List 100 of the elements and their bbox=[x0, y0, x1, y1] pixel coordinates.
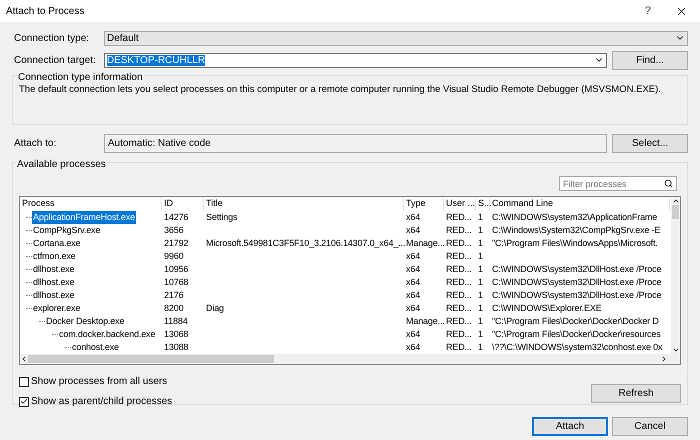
table-cell: x64 bbox=[406, 290, 420, 300]
group-title: Available processes bbox=[16, 157, 107, 172]
checkbox-label: Show as parent/child processes bbox=[31, 395, 172, 409]
attach-to-field[interactable]: Automatic: Native code bbox=[104, 134, 608, 153]
dialog-button[interactable]: Attach bbox=[532, 417, 608, 436]
vertical-scrollbar[interactable] bbox=[671, 197, 680, 354]
table-cell: RED... bbox=[446, 224, 472, 235]
process-name[interactable]: CompPkgSrv.exe bbox=[32, 224, 102, 238]
table-cell: "C:\Program Files\WindowsApps\Microsoft. bbox=[492, 238, 658, 248]
table-cell: 1 bbox=[478, 264, 483, 274]
table-cell: Diag bbox=[206, 302, 224, 313]
table-cell: 1 bbox=[478, 316, 483, 326]
dialog-button[interactable]: Cancel bbox=[612, 417, 688, 436]
process-name[interactable]: ApplicationFrameHost.exe bbox=[32, 210, 136, 224]
table-cell: x64 bbox=[406, 212, 420, 222]
table-cell: 14276 bbox=[164, 212, 188, 222]
table-cell: RED... bbox=[446, 264, 472, 274]
process-name[interactable]: Docker Desktop.exe bbox=[45, 314, 126, 328]
search-icon[interactable] bbox=[664, 179, 673, 188]
table-cell: C:\WINDOWS\system32\DllHost.exe /Proce bbox=[492, 290, 662, 300]
table-cell: "C:\Program Files\Docker\Docker\Docker D bbox=[492, 316, 659, 326]
table-cell: 3656 bbox=[164, 224, 184, 235]
table-cell: Settings bbox=[206, 212, 238, 222]
select-button[interactable]: Select... bbox=[612, 134, 688, 153]
process-name[interactable]: dllhost.exe bbox=[32, 262, 76, 276]
scroll-left-icon[interactable] bbox=[20, 355, 28, 363]
table-cell: 1 bbox=[478, 224, 483, 235]
table-cell: x64 bbox=[406, 264, 420, 274]
process-name[interactable]: dllhost.exe bbox=[32, 288, 76, 302]
filter-field[interactable]: Filter processes bbox=[559, 176, 677, 191]
scrollbar-thumb[interactable] bbox=[28, 355, 274, 363]
table-cell: 9960 bbox=[164, 250, 184, 261]
table-cell: 1 bbox=[478, 290, 483, 300]
table-cell: x64 bbox=[406, 276, 420, 287]
table-cell: x64 bbox=[406, 328, 420, 339]
checkbox-label: Show processes from all users bbox=[31, 375, 168, 389]
field-label: Connection type: bbox=[13, 32, 90, 46]
process-name[interactable]: com.docker.backend.exe bbox=[58, 328, 156, 342]
process-name[interactable]: Cortana.exe bbox=[32, 236, 82, 250]
table-cell: 1 bbox=[478, 250, 483, 261]
column-header[interactable]: Command Line bbox=[490, 197, 670, 211]
table-cell: RED... bbox=[446, 250, 472, 261]
info-text: The default connection lets you select processes on this computer or a remote computer running the Visual Studio Remote Debugger (MSVSMON.EXE). bbox=[19, 84, 662, 96]
help-button[interactable]: ? bbox=[644, 2, 651, 20]
table-cell: Manage... bbox=[406, 316, 445, 326]
table-cell: RED... bbox=[446, 342, 472, 352]
table-cell: C:\Windows\System32\CompPkgSrv.exe -E bbox=[492, 224, 660, 235]
column-header[interactable]: S... bbox=[476, 197, 490, 211]
column-header[interactable]: Title bbox=[204, 197, 404, 211]
table-cell: 10956 bbox=[164, 264, 188, 274]
table-cell: C:\WINDOWS\system32\DllHost.exe /Proce bbox=[492, 276, 662, 287]
table-cell: RED... bbox=[446, 238, 472, 248]
process-name[interactable]: ctfmon.exe bbox=[32, 250, 77, 264]
scroll-up-icon[interactable] bbox=[672, 197, 680, 205]
table-cell: x64 bbox=[406, 224, 420, 235]
process-name[interactable]: conhost.exe bbox=[71, 340, 120, 354]
table-cell: RED... bbox=[446, 276, 472, 287]
table-cell: "C:\Program Files\Docker\Docker\resources bbox=[492, 328, 661, 339]
table-cell: C:\WINDOWS\Explorer.EXE bbox=[492, 302, 602, 313]
field-label: Attach to: bbox=[13, 137, 58, 151]
field-label: Connection target: bbox=[13, 54, 97, 68]
table-cell: RED... bbox=[446, 302, 472, 313]
column-header[interactable]: ID bbox=[162, 197, 204, 211]
table-cell: x64 bbox=[406, 342, 420, 352]
scroll-down-icon[interactable] bbox=[672, 346, 680, 354]
scrollbar-thumb[interactable] bbox=[672, 205, 679, 219]
refresh-button[interactable]: Refresh bbox=[591, 384, 681, 403]
table-cell: 13068 bbox=[164, 328, 188, 339]
table-cell: 10768 bbox=[164, 276, 188, 287]
find-button[interactable]: Find... bbox=[612, 50, 688, 70]
table-cell: 2176 bbox=[164, 290, 184, 300]
column-header[interactable]: Type bbox=[404, 197, 444, 211]
table-cell: 1 bbox=[478, 212, 483, 222]
table-cell: 1 bbox=[478, 276, 483, 287]
table-cell: RED... bbox=[446, 316, 472, 326]
table-cell: 13088 bbox=[164, 342, 188, 352]
connection-target-combo[interactable]: DESKTOP-RCUHLLR bbox=[104, 52, 608, 68]
table-cell: RED... bbox=[446, 212, 472, 222]
window-title: Attach to Process bbox=[6, 4, 86, 18]
process-name[interactable]: explorer.exe bbox=[32, 302, 82, 316]
table-cell: \??\C:\WINDOWS\system32\conhost.exe 0x bbox=[492, 342, 662, 352]
table-cell: C:\WINDOWS\system32\DllHost.exe /Proce bbox=[492, 264, 662, 274]
horizontal-scrollbar[interactable] bbox=[20, 354, 680, 364]
connection-type-dropdown[interactable]: Default bbox=[104, 30, 688, 46]
checkbox[interactable] bbox=[19, 396, 29, 406]
scroll-right-icon[interactable] bbox=[660, 355, 668, 363]
table-cell: x64 bbox=[406, 250, 420, 261]
process-name[interactable]: dllhost.exe bbox=[32, 276, 76, 290]
table-cell: C:\WINDOWS\system32\ApplicationFrame bbox=[492, 212, 658, 222]
table-cell: Manage... bbox=[406, 238, 445, 248]
group-title: Connection type information bbox=[17, 70, 144, 85]
table-cell: 1 bbox=[478, 342, 483, 352]
table-cell: x64 bbox=[406, 302, 420, 313]
table-cell: RED... bbox=[446, 328, 472, 339]
table-cell: 11884 bbox=[164, 316, 188, 326]
table-cell: Microsoft.549981C3F5F10_3.2106.14307.0_x64_... bbox=[206, 238, 406, 248]
table-cell: 1 bbox=[478, 328, 483, 339]
column-header[interactable]: User ... bbox=[444, 197, 476, 211]
checkbox[interactable] bbox=[19, 376, 29, 386]
table-cell: 1 bbox=[478, 238, 483, 248]
